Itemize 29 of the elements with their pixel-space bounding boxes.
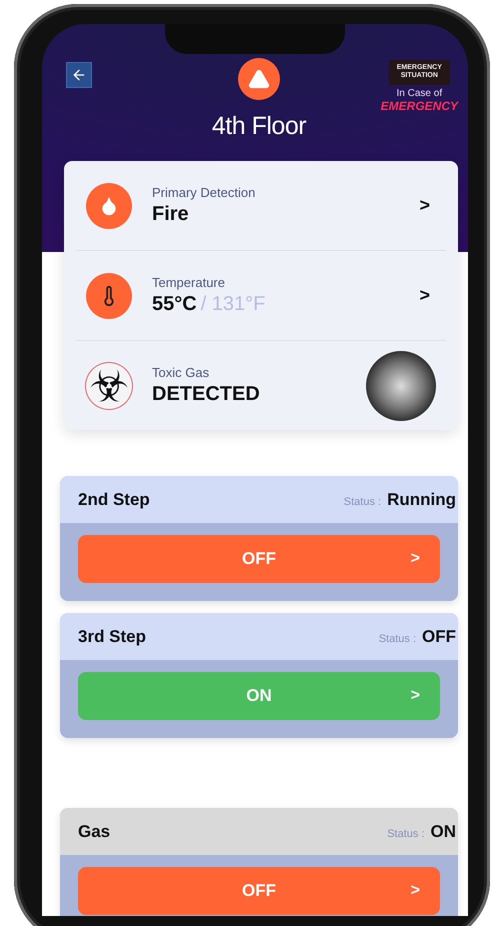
status-label: Status : bbox=[387, 828, 424, 840]
chevron-link[interactable]: > bbox=[413, 195, 436, 216]
step-name: 2nd Step bbox=[78, 490, 150, 510]
detection-label: Toxic Gas bbox=[152, 365, 210, 380]
step-name: Gas bbox=[78, 822, 110, 842]
chevron-link[interactable]: > bbox=[413, 285, 436, 306]
detection-value: DETECTED bbox=[152, 383, 260, 406]
status-label: Status : bbox=[378, 632, 416, 644]
detection-label: Temperature bbox=[152, 275, 226, 290]
status-value: OFF bbox=[422, 626, 456, 646]
status-value: Running bbox=[387, 490, 456, 510]
back-button[interactable] bbox=[66, 62, 92, 88]
logo-caption: In Case of bbox=[396, 88, 442, 99]
drop-icon bbox=[86, 182, 132, 228]
floor-title: 4th Floor bbox=[212, 112, 306, 141]
detection-secondary: / 131°F bbox=[200, 293, 266, 316]
detection-label: Primary Detection bbox=[152, 185, 256, 200]
logo-emphasis: EMERGENCY bbox=[380, 98, 458, 113]
detection-value: 55°C bbox=[152, 293, 197, 316]
step-name: 3rd Step bbox=[78, 626, 146, 646]
biohazard-icon bbox=[86, 362, 132, 408]
thermometer-icon bbox=[86, 272, 132, 318]
status-value: ON bbox=[430, 822, 456, 842]
status-label: Status : bbox=[344, 496, 382, 508]
toggle-button[interactable]: ON > bbox=[78, 672, 440, 720]
toggle-button[interactable]: OFF > bbox=[78, 867, 440, 915]
detection-value: Fire bbox=[152, 203, 189, 226]
toggle-button[interactable]: OFF > bbox=[78, 535, 440, 583]
warning-icon bbox=[238, 58, 280, 100]
